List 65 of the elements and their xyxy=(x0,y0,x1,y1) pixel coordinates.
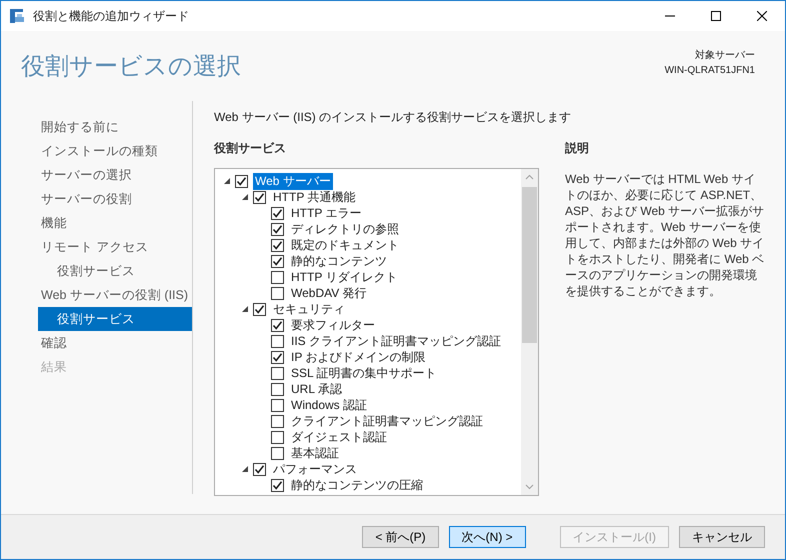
checkbox[interactable] xyxy=(271,334,284,348)
checkbox[interactable] xyxy=(253,302,266,316)
nav-step[interactable]: 開始する前に xyxy=(38,115,192,139)
checkbox[interactable] xyxy=(271,238,284,252)
nav-step[interactable]: サーバーの選択 xyxy=(38,163,192,187)
nav-step[interactable]: リモート アクセス xyxy=(38,235,192,259)
tree-item[interactable]: HTTP 共通機能 xyxy=(271,188,358,206)
section-heading: 役割サービス xyxy=(214,140,287,157)
instruction-text: Web サーバー (IIS) のインストールする役割サービスを選択します xyxy=(214,109,572,126)
close-icon[interactable] xyxy=(757,11,767,21)
checkbox[interactable] xyxy=(271,206,284,220)
tree-item[interactable]: 基本認証 xyxy=(289,444,341,462)
checkbox[interactable] xyxy=(271,366,284,380)
maximize-icon[interactable] xyxy=(711,11,721,21)
server-icon xyxy=(9,8,25,24)
tree-item[interactable]: SSL 証明書の集中サポート xyxy=(289,364,439,382)
checkbox[interactable] xyxy=(271,286,284,300)
tree-item[interactable]: HTTP エラー xyxy=(289,204,364,222)
tree-item[interactable]: ディレクトリの参照 xyxy=(289,220,401,238)
tree-item[interactable]: HTTP リダイレクト xyxy=(289,268,400,286)
checkbox[interactable] xyxy=(271,430,284,444)
checkbox[interactable] xyxy=(253,462,266,476)
tree-item[interactable]: セキュリティ xyxy=(271,300,347,318)
wizard-button[interactable]: < 前へ(P) xyxy=(362,526,439,548)
checkbox[interactable] xyxy=(271,414,284,428)
wizard-button[interactable]: 次へ(N) > xyxy=(448,526,526,548)
checkbox[interactable] xyxy=(271,318,284,332)
nav-step[interactable]: Web サーバーの役割 (IIS) xyxy=(38,283,192,307)
checkbox[interactable] xyxy=(271,350,284,364)
window-title: 役割と機能の追加ウィザード xyxy=(33,8,190,24)
nav-step[interactable]: 機能 xyxy=(38,211,192,235)
checkbox[interactable] xyxy=(271,446,284,460)
nav-step[interactable]: 役割サービス xyxy=(38,259,192,283)
target-server-label: 対象サーバー xyxy=(695,48,755,62)
checkbox[interactable] xyxy=(271,478,284,492)
tree-item[interactable]: URL 承認 xyxy=(289,380,344,398)
checkbox[interactable] xyxy=(271,222,284,236)
wizard-button[interactable]: キャンセル xyxy=(679,526,765,548)
checkbox[interactable] xyxy=(271,398,284,412)
checkbox[interactable] xyxy=(235,174,248,188)
page-title: 役割サービスの選択 xyxy=(21,52,241,82)
tree-item[interactable]: 静的なコンテンツの圧縮 xyxy=(289,476,425,494)
nav-step[interactable]: 確認 xyxy=(38,331,192,355)
tree-item[interactable]: ダイジェスト認証 xyxy=(289,428,389,446)
tree-item[interactable]: 静的なコンテンツ xyxy=(289,252,389,270)
tree-item[interactable]: パフォーマンス xyxy=(271,460,359,478)
tree-item[interactable]: 要求フィルター xyxy=(289,316,377,334)
description-text: Web サーバーでは HTML Web サイトのほか、必要に応じて ASP.NET、ASP、および Web サーバー拡張がサポートされます。Web サーバーを使用して、内部または外部の Web サイトをホストしたり、開発者に Web ベースのアプリケーションの開発環境を提供することができます。 xyxy=(565,171,765,299)
tree-item[interactable]: IP およびドメインの制限 xyxy=(289,348,428,366)
checkbox[interactable] xyxy=(271,382,284,396)
nav-step[interactable]: サーバーの役割 xyxy=(38,187,192,211)
description-heading: 説明 xyxy=(565,140,590,157)
checkbox[interactable] xyxy=(271,254,284,268)
nav-step[interactable]: インストールの種類 xyxy=(38,139,192,163)
target-server-name: WIN-QLRAT51JFN1 xyxy=(664,65,755,76)
checkbox[interactable] xyxy=(253,190,266,204)
scrollbar[interactable] xyxy=(521,169,538,495)
tree-item[interactable]: IIS クライアント証明書マッピング認証 xyxy=(289,332,504,350)
tree-item[interactable]: クライアント証明書マッピング認証 xyxy=(289,412,485,430)
nav-step[interactable]: 役割サービス xyxy=(38,307,192,331)
tree-item[interactable]: WebDAV 発行 xyxy=(289,284,369,302)
checkbox[interactable] xyxy=(271,270,284,284)
tree-item[interactable]: 既定のドキュメント xyxy=(289,236,401,254)
tree-item[interactable]: Web サーバー xyxy=(253,172,333,190)
tree-item[interactable]: Windows 認証 xyxy=(289,396,370,414)
